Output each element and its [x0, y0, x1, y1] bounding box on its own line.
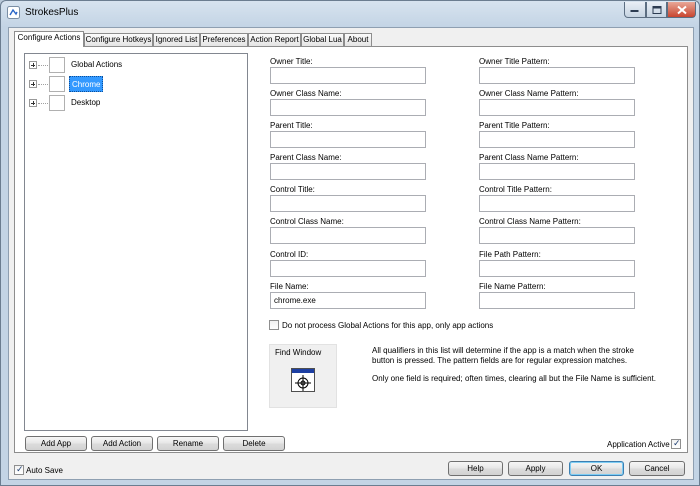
no-global-actions-checkbox[interactable]: [269, 320, 279, 330]
tab-ignored-list[interactable]: Ignored List: [153, 33, 200, 46]
tree-item-label: Global Actions: [71, 60, 123, 69]
file-name-pattern-input[interactable]: [479, 292, 635, 309]
control-title-input[interactable]: [270, 195, 426, 212]
info-text-match: All qualifiers in this list will determi…: [372, 346, 634, 365]
file-name-label: File Name:: [270, 282, 309, 291]
crosshair-icon: [295, 375, 311, 391]
tree-item-chrome[interactable]: Chrome: [25, 76, 225, 92]
parent-title-label: Parent Title:: [270, 121, 313, 130]
control-id-input[interactable]: [270, 260, 426, 277]
owner-class-name-label: Owner Class Name:: [270, 89, 342, 98]
find-window-title: Find Window: [275, 348, 322, 357]
auto-save-label[interactable]: Auto Save: [26, 466, 63, 475]
minimize-icon: [630, 9, 639, 12]
tab-preferences[interactable]: Preferences: [200, 33, 248, 46]
app-tree[interactable]: Global Actions Chrome Desktop: [24, 53, 248, 431]
tab-action-report[interactable]: Action Report: [248, 33, 301, 46]
tree-item-global-actions[interactable]: Global Actions: [25, 57, 225, 73]
parent-title-pattern-label: Parent Title Pattern:: [479, 121, 550, 130]
tree-item-desktop[interactable]: Desktop: [25, 95, 225, 111]
find-window-crosshair-icon[interactable]: [291, 368, 315, 392]
find-window-group: Find Window: [269, 344, 337, 408]
item-icon: [49, 57, 65, 73]
maximize-icon: [652, 5, 661, 14]
file-name-input[interactable]: [270, 292, 426, 309]
help-button[interactable]: Help: [448, 461, 503, 476]
info-text-required: Only one field is required; often times,…: [372, 374, 656, 383]
file-path-pattern-input[interactable]: [479, 260, 635, 277]
control-class-name-input[interactable]: [270, 227, 426, 244]
ok-button[interactable]: OK: [569, 461, 624, 476]
file-path-pattern-label: File Path Pattern:: [479, 250, 541, 259]
application-active-checkbox[interactable]: [671, 438, 681, 449]
owner-class-name-pattern-label: Owner Class Name Pattern:: [479, 89, 579, 98]
cancel-button[interactable]: Cancel: [629, 461, 685, 476]
tab-configure-hotkeys[interactable]: Configure Hotkeys: [84, 33, 153, 46]
add-action-button[interactable]: Add Action: [91, 436, 153, 451]
delete-button[interactable]: Delete: [223, 436, 285, 451]
tab-about[interactable]: About: [344, 33, 372, 46]
expand-icon[interactable]: [29, 80, 37, 88]
owner-title-pattern-input[interactable]: [479, 67, 635, 84]
rename-button[interactable]: Rename: [157, 436, 219, 451]
parent-class-name-pattern-input[interactable]: [479, 163, 635, 180]
auto-save-checkbox[interactable]: [14, 464, 24, 475]
maximize-button[interactable]: [646, 2, 667, 18]
apply-button[interactable]: Apply: [508, 461, 563, 476]
owner-title-pattern-label: Owner Title Pattern:: [479, 57, 550, 66]
window-title: StrokesPlus: [25, 7, 79, 18]
control-class-name-label: Control Class Name:: [270, 217, 344, 226]
tab-configure-actions[interactable]: Configure Actions: [14, 31, 84, 47]
expand-icon[interactable]: [29, 99, 37, 107]
file-name-pattern-label: File Name Pattern:: [479, 282, 546, 291]
close-icon: [676, 5, 687, 14]
parent-class-name-pattern-label: Parent Class Name Pattern:: [479, 153, 579, 162]
configure-actions-page: Global Actions Chrome Desktop Owner Titl…: [14, 46, 688, 453]
control-title-pattern-input[interactable]: [479, 195, 635, 212]
owner-class-name-pattern-input[interactable]: [479, 99, 635, 116]
close-button[interactable]: [667, 2, 696, 18]
item-icon: [49, 76, 65, 92]
minimize-button[interactable]: [624, 2, 646, 18]
tree-item-label: Desktop: [71, 98, 101, 107]
tab-global-lua[interactable]: Global Lua: [301, 33, 344, 46]
control-class-name-pattern-label: Control Class Name Pattern:: [479, 217, 581, 226]
control-title-pattern-label: Control Title Pattern:: [479, 185, 552, 194]
title-bar[interactable]: StrokesPlus: [1, 1, 699, 25]
parent-title-pattern-input[interactable]: [479, 131, 635, 148]
tree-item-label: Chrome: [69, 76, 104, 92]
owner-title-label: Owner Title:: [270, 57, 313, 66]
add-app-button[interactable]: Add App: [25, 436, 87, 451]
parent-class-name-input[interactable]: [270, 163, 426, 180]
parent-class-name-label: Parent Class Name:: [270, 153, 342, 162]
app-icon: [7, 6, 20, 19]
application-active-label[interactable]: Application Active: [607, 440, 670, 449]
control-class-name-pattern-input[interactable]: [479, 227, 635, 244]
owner-title-input[interactable]: [270, 67, 426, 84]
control-title-label: Control Title:: [270, 185, 315, 194]
owner-class-name-input[interactable]: [270, 99, 426, 116]
main-window: StrokesPlus Configure Actions Configure …: [0, 0, 700, 486]
item-icon: [49, 95, 65, 111]
client-area: Configure Actions Configure Hotkeys Igno…: [8, 27, 694, 480]
expand-icon[interactable]: [29, 61, 37, 69]
no-global-actions-label[interactable]: Do not process Global Actions for this a…: [282, 321, 493, 330]
parent-title-input[interactable]: [270, 131, 426, 148]
control-id-label: Control ID:: [270, 250, 309, 259]
